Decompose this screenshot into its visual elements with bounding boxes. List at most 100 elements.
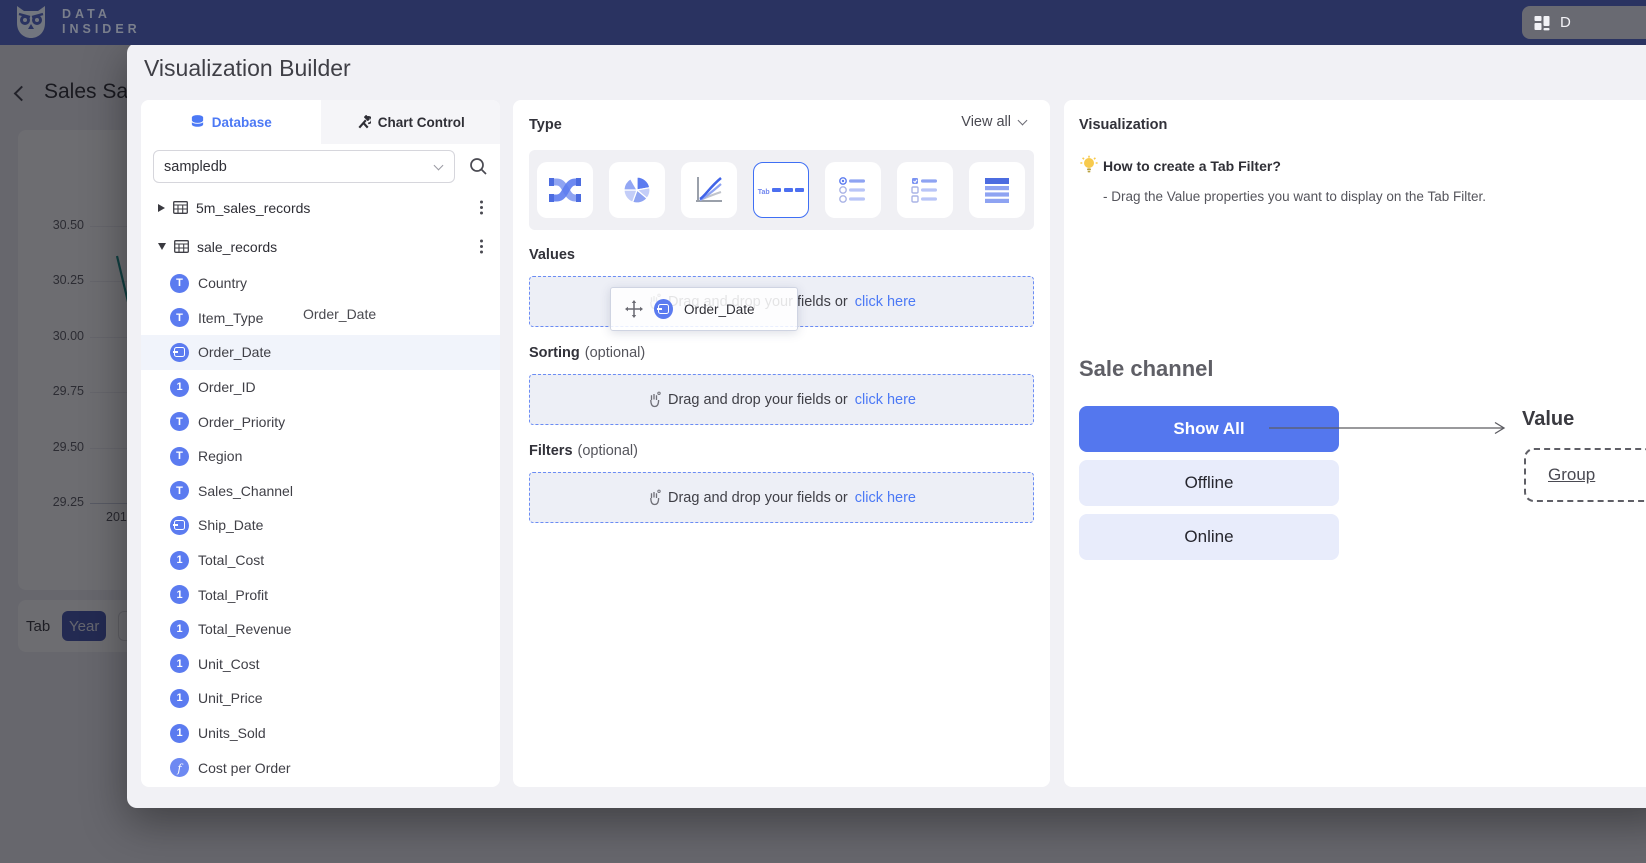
field-row[interactable]: Total_Revenue [141,612,500,647]
drag-ghost-text: Order_Date [303,306,376,322]
field-row[interactable]: Unit_Price [141,681,500,716]
table-icon [174,240,189,253]
number-type-icon [170,551,189,570]
field-label: Order_ID [198,379,256,395]
hint-title: How to create a Tab Filter? [1103,158,1281,174]
field-label: Total_Revenue [198,621,291,637]
drag-chip-label: Order_Date [684,302,755,317]
dropzone-click-here-link[interactable]: click here [855,294,916,310]
modal-title: Visualization Builder [144,55,351,82]
visualization-panel: Visualization How to create a Tab Filter… [1064,100,1646,787]
chevron-down-icon [434,161,444,171]
number-type-icon [170,378,189,397]
text-type-icon [170,274,189,293]
text-type-icon [170,308,189,327]
caret-down-icon[interactable] [158,243,166,250]
sankey-icon [547,173,583,207]
number-type-icon [170,689,189,708]
field-label: Total_Cost [198,552,264,568]
chart-type-line[interactable] [681,162,737,218]
tab-database[interactable]: Database [141,100,321,144]
chart-type-checkbox-list[interactable] [897,162,953,218]
drag-hand-icon [647,391,661,408]
caret-right-icon[interactable] [158,204,165,212]
logo-line-1: DATA [62,7,141,22]
search-button[interactable] [469,157,488,176]
preview-online-button[interactable]: Online [1079,514,1339,560]
view-all-dropdown[interactable]: View all [961,114,1026,130]
type-section-label: Type [529,117,562,133]
filters-dropzone[interactable]: Drag and drop your fields or click here [529,472,1034,523]
move-icon [625,300,643,318]
dashboard-button[interactable]: D [1522,6,1646,39]
field-row[interactable]: Ship_Date [141,508,500,543]
drag-hand-icon [647,489,661,506]
chart-type-pie[interactable] [609,162,665,218]
field-row[interactable]: Country [141,266,500,301]
chart-type-radio-list[interactable] [825,162,881,218]
kebab-menu-icon[interactable] [480,206,483,209]
line-chart-icon [692,173,726,207]
dropzone-text: Drag and drop your fields or [668,392,848,408]
visualization-title: Visualization [1079,117,1167,133]
field-row[interactable]: Unit_Cost [141,647,500,682]
field-row[interactable]: Total_Cost [141,543,500,578]
group-annotation-link[interactable]: Group [1548,465,1595,485]
schema-tree: 5m_sales_records sale_records Country It… [141,188,500,785]
text-type-icon [170,412,189,431]
field-row[interactable]: Order_ID [141,370,500,405]
visualization-builder-modal: Visualization Builder Database [127,43,1646,808]
field-row[interactable]: Sales_Channel [141,474,500,509]
field-row[interactable]: Cost per Order [141,750,500,785]
values-section-label: Values [529,247,575,263]
number-type-icon [170,620,189,639]
chart-type-sankey[interactable] [537,162,593,218]
kebab-menu-icon[interactable] [480,245,483,248]
field-label: Unit_Price [198,690,263,706]
tree-table-row[interactable]: 5m_sales_records [141,188,500,227]
tab-chart-control-label: Chart Control [378,115,465,130]
field-row[interactable]: Region [141,439,500,474]
date-type-icon [654,299,673,319]
view-all-label: View all [961,114,1011,130]
logo-line-2: INSIDER [62,22,141,37]
field-label: Units_Sold [198,725,266,741]
tree-table-row[interactable]: sale_records [141,227,500,266]
dashboard-button-label: D [1560,14,1571,31]
preview-offline-button[interactable]: Offline [1079,460,1339,506]
tab-database-label: Database [212,115,272,130]
group-annotation-box: Group [1524,448,1646,502]
search-icon [469,157,488,176]
field-row[interactable]: Units_Sold [141,716,500,751]
database-icon [190,114,205,130]
table-chart-icon [980,173,1014,207]
lightbulb-icon [1079,155,1099,174]
dropzone-click-here-link[interactable]: click here [855,392,916,408]
sorting-dropzone[interactable]: Drag and drop your fields or click here [529,374,1034,425]
tab-chart-control[interactable]: Chart Control [321,100,501,144]
drag-chip[interactable]: Order_Date [610,287,798,331]
app-logo[interactable]: DATA INSIDER [12,3,141,41]
datasource-select[interactable]: sampledb [153,150,455,183]
field-label: Cost per Order [198,760,291,776]
chart-type-table[interactable] [969,162,1025,218]
dropzone-click-here-link[interactable]: click here [855,490,916,506]
pie-icon [620,173,654,207]
sorting-section-label: Sorting [529,345,580,361]
field-row[interactable]: Order_Priority [141,404,500,439]
field-label: Total_Profit [198,587,268,603]
field-row-dragging[interactable]: Order_Date [141,335,500,370]
field-row[interactable]: Total_Profit [141,577,500,612]
value-annotation: Value [1522,408,1574,431]
chart-type-tab-filter[interactable] [753,162,809,218]
dashboard-icon [1533,14,1551,32]
number-type-icon [170,585,189,604]
number-type-icon [170,654,189,673]
tools-icon [356,115,371,130]
field-label: Order_Date [198,344,271,360]
field-label: Ship_Date [198,517,263,533]
table-name: sale_records [197,239,277,255]
top-navbar: DATA INSIDER D [0,0,1646,45]
builder-panel: Type View all [513,100,1050,787]
table-icon [173,201,188,214]
